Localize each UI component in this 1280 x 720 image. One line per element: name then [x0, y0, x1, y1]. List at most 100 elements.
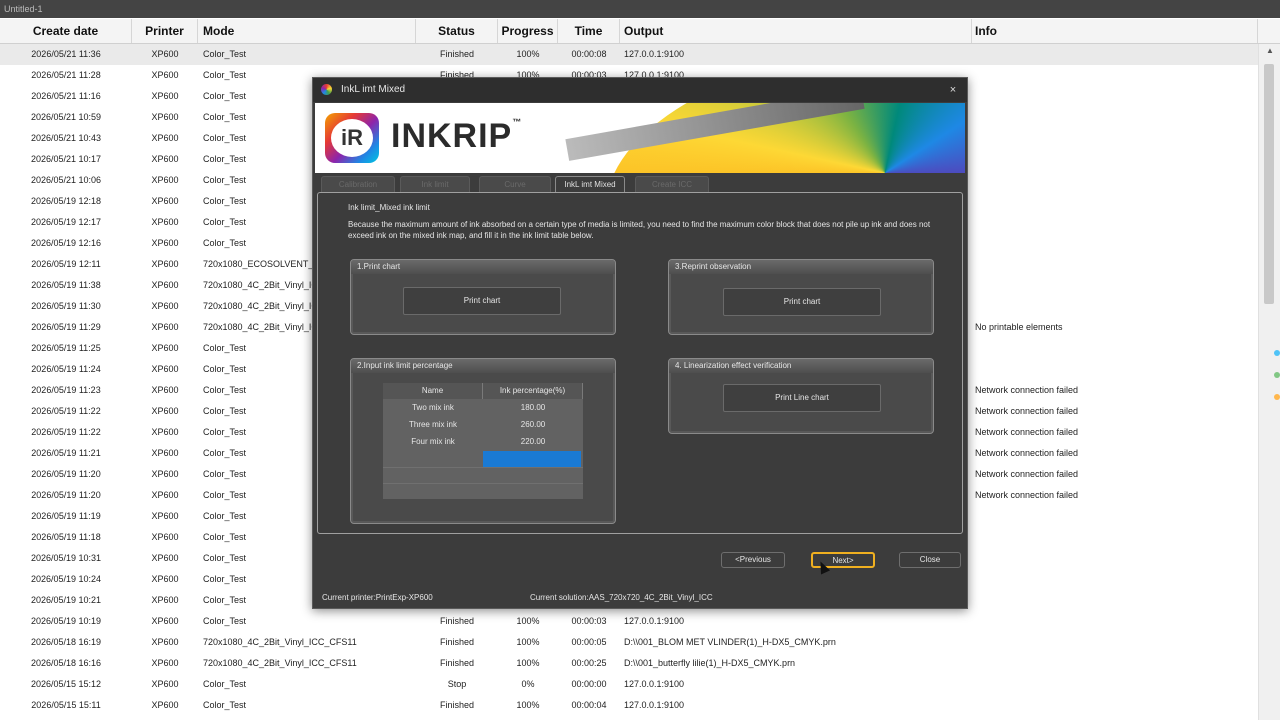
previous-button[interactable]: <Previous	[721, 552, 785, 568]
brand-banner: iR INKRIP™	[315, 103, 965, 173]
cell-output: 127.0.0.1:9100	[624, 700, 685, 710]
tab-curve[interactable]: Curve	[479, 176, 551, 192]
group-title: 3.Reprint observation	[669, 260, 933, 274]
cell-mode: Color_Test	[203, 679, 247, 689]
cell-mode: Color_Test	[203, 700, 247, 710]
reprint-chart-button[interactable]: Print chart	[723, 288, 881, 316]
ink-column-percentage: Ink percentage(%)	[483, 383, 583, 399]
cell-info	[975, 212, 1258, 233]
color-swatch-fan-image	[565, 103, 965, 173]
table-row[interactable]: 2026/05/21 11:36 XP600 Color_Test Finished 1…	[0, 44, 1258, 65]
cell-printer: XP600	[151, 343, 179, 353]
ink-limit-mixed-dialog: InkL imt Mixed × iR INKRIP™ Calibration …	[312, 77, 968, 609]
cell-status: Stop	[447, 679, 467, 689]
cell-info: Network connection failed	[975, 406, 1079, 416]
cell-output: 127.0.0.1:9100	[624, 616, 685, 626]
close-button[interactable]: Close	[899, 552, 961, 568]
cell-printer: XP600	[151, 532, 179, 542]
cell-date: 2026/05/19 12:16	[30, 238, 102, 248]
table-row[interactable]: 2026/05/19 10:19 XP600 Color_Test Finished 1…	[0, 611, 1258, 632]
cell-info	[975, 674, 1258, 695]
print-line-chart-button[interactable]: Print Line chart	[723, 384, 881, 412]
tab-ink-limit[interactable]: Ink limit	[400, 176, 470, 192]
cell-printer: XP600	[151, 511, 179, 521]
cell-info	[975, 569, 1258, 590]
column-time[interactable]: Time	[558, 19, 620, 43]
cell-info	[975, 254, 1258, 275]
cell-printer: XP600	[151, 427, 179, 437]
table-row[interactable]: 2026/05/15 15:11 XP600 Color_Test Finished 1…	[0, 695, 1258, 716]
cell-printer: XP600	[151, 280, 179, 290]
ink-percentage-cell[interactable]: 220.00	[483, 434, 583, 450]
close-icon[interactable]: ×	[945, 82, 961, 98]
cell-status: Finished	[439, 658, 475, 668]
cell-progress: 100%	[516, 49, 540, 59]
cell-info	[975, 233, 1258, 254]
cell-info	[975, 359, 1258, 380]
cell-info	[975, 506, 1258, 527]
column-printer[interactable]: Printer	[132, 19, 198, 43]
scroll-up-icon[interactable]: ▲	[1259, 44, 1280, 58]
cell-info	[975, 695, 1258, 716]
cell-info	[975, 170, 1258, 191]
tab-calibration[interactable]: Calibration	[321, 176, 395, 192]
scrollbar-thumb[interactable]	[1264, 64, 1274, 304]
cell-info	[975, 191, 1258, 212]
column-status[interactable]: Status	[416, 19, 498, 43]
column-output[interactable]: Output	[620, 19, 972, 43]
selected-empty-cell[interactable]	[483, 451, 581, 467]
cell-date: 2026/05/21 10:06	[30, 175, 102, 185]
cell-printer: XP600	[151, 469, 179, 479]
column-progress[interactable]: Progress	[498, 19, 558, 43]
dialog-status-bar: Current printer:PrintExp-XP600 Current s…	[313, 588, 967, 608]
column-mode[interactable]: Mode	[198, 19, 416, 43]
cell-date: 2026/05/19 11:21	[31, 448, 101, 458]
cell-time: 00:00:04	[571, 700, 607, 710]
cell-time: 00:00:25	[571, 658, 607, 668]
ink-row-name: Two mix ink	[412, 403, 454, 412]
cell-info	[975, 548, 1258, 569]
column-info[interactable]: Info	[972, 19, 1258, 43]
table-row[interactable]: 2026/05/15 15:12 XP600 Color_Test Stop 0% 00:…	[0, 674, 1258, 695]
cell-printer: XP600	[151, 322, 179, 332]
cell-info	[975, 632, 1258, 653]
group-title: 2.Input ink limit percentage	[351, 359, 615, 373]
linearization-verification-group: 4. Linearization effect verification Pri…	[668, 358, 934, 434]
tab-create-icc[interactable]: Create ICC	[635, 176, 709, 192]
cell-output: D:\\001_butterfly lilie(1)_H-DX5_CMYK.pr…	[624, 658, 796, 668]
column-create-date[interactable]: Create date	[0, 19, 132, 43]
cell-mode: 720x1080_4C_2Bit_Vinyl_ICC_CFS11	[203, 658, 357, 668]
group-title: 1.Print chart	[351, 260, 615, 274]
brand-name: INKRIP™	[391, 117, 522, 156]
cell-info: No printable elements	[975, 322, 1063, 332]
ink-row-name: Three mix ink	[408, 420, 457, 429]
dialog-titlebar[interactable]: InkL imt Mixed ×	[313, 78, 967, 102]
cell-info	[975, 65, 1258, 86]
cell-date: 2026/05/21 10:59	[30, 112, 102, 122]
ink-percentage-cell[interactable]: 260.00	[483, 417, 583, 433]
cell-printer: XP600	[151, 49, 179, 59]
table-row[interactable]: 2026/05/18 16:16 XP600 720x1080_4C_2Bit_Vi…	[0, 653, 1258, 674]
cell-date: 2026/05/19 11:20	[31, 469, 101, 479]
cell-printer: XP600	[151, 658, 179, 668]
cell-info	[975, 590, 1258, 611]
cell-date: 2026/05/19 11:19	[31, 511, 101, 521]
cell-info	[975, 107, 1258, 128]
tab-inkl-imt-mixed[interactable]: InkL imt Mixed	[555, 176, 625, 193]
row-divider	[383, 483, 583, 484]
cell-printer: XP600	[151, 217, 179, 227]
cell-date: 2026/05/19 10:24	[30, 574, 102, 584]
panel-heading: Ink limit_Mixed ink limit	[348, 203, 430, 212]
print-chart-button[interactable]: Print chart	[403, 287, 561, 315]
cell-printer: XP600	[151, 574, 179, 584]
cell-date: 2026/05/19 11:22	[31, 406, 101, 416]
trademark: ™	[512, 117, 523, 127]
cell-time: 00:00:08	[571, 49, 607, 59]
table-row[interactable]: 2026/05/18 16:19 XP600 720x1080_4C_2Bit_Vi…	[0, 632, 1258, 653]
cell-date: 2026/05/18 16:19	[30, 637, 102, 647]
print-chart-group: 1.Print chart Print chart	[350, 259, 616, 335]
ink-percentage-cell[interactable]: 180.00	[483, 400, 583, 416]
cell-date: 2026/05/15 15:12	[30, 679, 102, 689]
cell-printer: XP600	[151, 616, 179, 626]
cell-printer: XP600	[151, 70, 179, 80]
